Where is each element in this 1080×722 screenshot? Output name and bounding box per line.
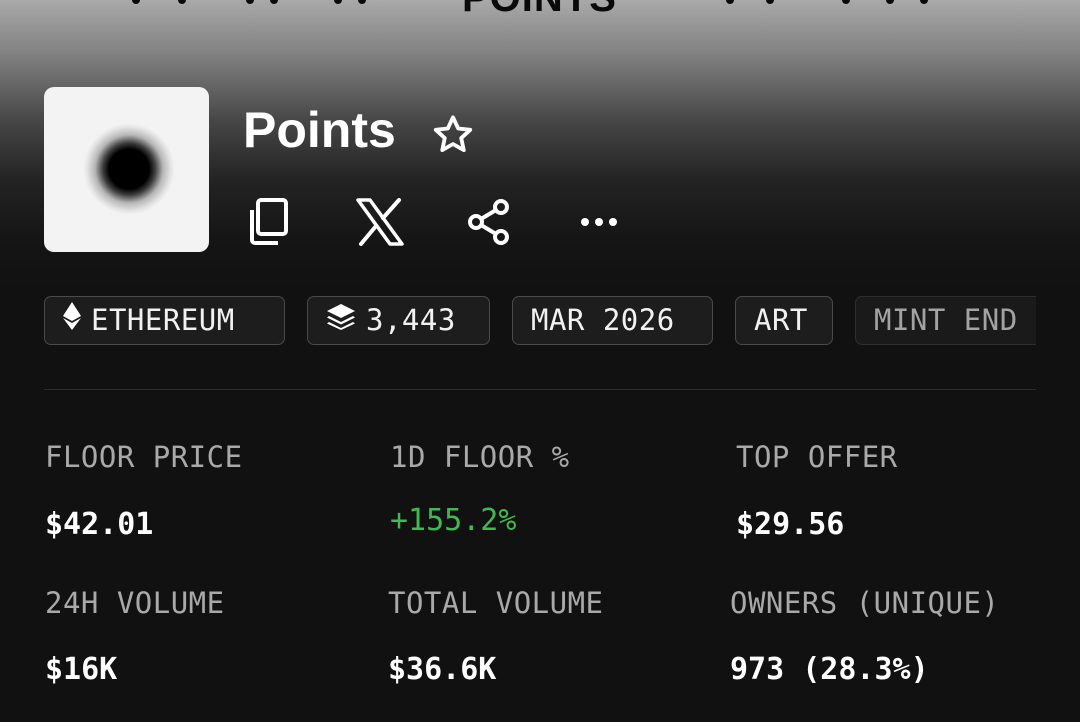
banner-title: POINTS: [462, 0, 617, 14]
chain-chip[interactable]: ETHEREUM: [44, 296, 285, 345]
floor-price-label: FLOOR PRICE: [45, 440, 243, 474]
favorite-star-icon[interactable]: [430, 112, 476, 158]
top-offer-value: $29.56: [736, 507, 845, 542]
chain-chip-label: ETHEREUM: [91, 303, 235, 337]
floor-change-label: 1D FLOOR %: [390, 440, 570, 474]
floor-price-value: $42.01: [45, 507, 154, 542]
date-chip-label: MAR 2026: [531, 303, 675, 337]
owners-label: OWNERS (UNIQUE): [730, 586, 1000, 620]
ethereum-icon: [63, 297, 81, 343]
collection-avatar: [44, 87, 209, 252]
top-offer-label: TOP OFFER: [736, 440, 898, 474]
x-logo-icon[interactable]: [355, 196, 405, 248]
owners-value: 973 (28.3%): [730, 652, 929, 687]
avatar-artwork: [84, 124, 174, 214]
collection-page: POINTS Points: [0, 0, 1080, 722]
mint-status-chip-label: MINT END: [874, 303, 1018, 337]
total-volume-value: $36.6K: [388, 652, 497, 687]
floor-change-value: +155.2%: [390, 503, 517, 538]
total-volume-label: TOTAL VOLUME: [388, 586, 604, 620]
banner-dots-right: [720, 0, 960, 14]
layers-icon: [326, 297, 356, 343]
share-icon[interactable]: [466, 196, 516, 248]
copy-icon[interactable]: [244, 196, 294, 248]
collection-tags: ETHEREUM 3,443 MAR 2026 ART MINT END: [44, 296, 1036, 346]
banner-dots-left: [120, 0, 380, 14]
supply-chip-label: 3,443: [366, 303, 456, 337]
category-chip-label: ART: [754, 303, 808, 337]
date-chip[interactable]: MAR 2026: [512, 296, 713, 345]
section-divider: [44, 389, 1036, 390]
volume-24h-value: $16K: [45, 652, 118, 687]
category-chip[interactable]: ART: [735, 296, 833, 345]
mint-status-chip[interactable]: MINT END: [855, 296, 1036, 345]
supply-chip[interactable]: 3,443: [307, 296, 490, 345]
banner-artwork: POINTS: [0, 0, 1080, 14]
collection-title: Points: [243, 102, 396, 158]
more-icon[interactable]: [576, 196, 626, 248]
volume-24h-label: 24H VOLUME: [45, 586, 225, 620]
